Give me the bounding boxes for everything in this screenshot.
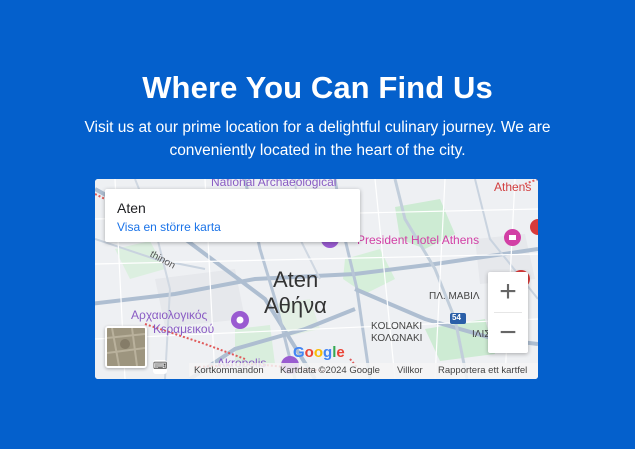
- section-subtitle: Visit us at our prime location for a del…: [84, 119, 551, 159]
- map-label-president-hotel: President Hotel Athens: [357, 233, 480, 247]
- map-label-national-archaeological: National Archaeological: [211, 179, 337, 189]
- map-data-attribution: Kartdata ©2024 Google: [280, 365, 380, 376]
- satellite-view-toggle[interactable]: [105, 326, 147, 368]
- view-larger-map-link[interactable]: Visa en större karta: [117, 220, 221, 234]
- report-map-error-link[interactable]: Rapportera ett kartfel: [438, 363, 527, 379]
- map-label-pl-mavili: ΠΛ. ΜΑΒΙΛ: [429, 291, 480, 302]
- map-label-athens: Athens: [494, 180, 532, 194]
- google-logo-letter: o: [313, 344, 324, 361]
- map-label-archaeological-greek-2: Κεραμεικού: [153, 322, 215, 336]
- section-title: Where You Can Find Us: [142, 70, 493, 105]
- keyboard-icon[interactable]: ⌨: [153, 360, 167, 374]
- map-label-city-latin: Aten: [273, 267, 319, 292]
- zoom-controls: + −: [488, 272, 528, 353]
- google-logo-letter: g: [323, 344, 333, 361]
- keyboard-shortcuts-link[interactable]: Kortkommandon: [194, 363, 264, 379]
- embedded-map[interactable]: National Archaeological Athens President…: [95, 179, 538, 379]
- satellite-thumbnail: [107, 328, 145, 366]
- google-logo-letter: o: [304, 344, 314, 361]
- map-label-route-number: 54: [452, 313, 461, 322]
- google-logo: Google: [293, 344, 345, 361]
- info-card-place-name: Aten: [117, 200, 146, 216]
- terms-link[interactable]: Villkor: [397, 363, 423, 379]
- map-label-archaeological-greek-1: Αρχαιολογικός: [131, 308, 208, 322]
- google-logo-letter: G: [293, 344, 305, 361]
- zoom-out-button[interactable]: −: [488, 313, 528, 353]
- find-us-section: Where You Can Find Us Visit us at our pr…: [0, 0, 635, 449]
- map-label-kolonaki-latin: KOLONAKI: [371, 321, 423, 332]
- map-info-card: Aten Visa en större karta: [105, 189, 360, 242]
- zoom-in-button[interactable]: +: [488, 272, 528, 312]
- map-footer: Kortkommandon Kartdata ©2024 Google Vill…: [189, 363, 538, 379]
- map-label-kolonaki-greek: ΚΟΛΩΝΑΚΙ: [371, 333, 423, 344]
- google-logo-letter: e: [336, 344, 345, 361]
- map-label-city-greek: Αθήνα: [264, 293, 327, 318]
